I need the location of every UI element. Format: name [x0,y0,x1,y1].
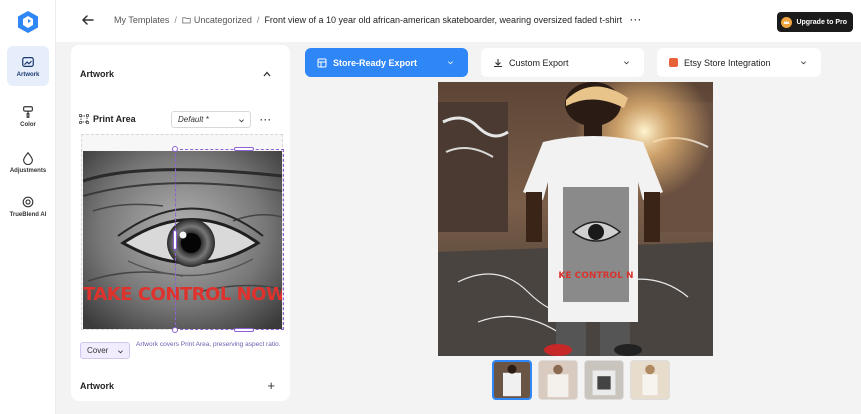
thumbnail-3[interactable] [584,360,624,400]
paint-roller-icon [23,105,33,118]
print-area-label: Print Area [93,114,136,124]
thumbnail-2[interactable] [538,360,578,400]
thumbnail-4[interactable] [630,360,670,400]
crown-icon [781,16,793,28]
store-icon [317,58,327,67]
rail-item-artwork[interactable]: Artwork [7,46,49,86]
resize-handle-top[interactable] [234,147,254,151]
artwork-section-title: Artwork [80,381,115,391]
selection-box[interactable] [172,146,284,333]
breadcrumb-separator: / [256,15,260,25]
custom-export-button[interactable]: Custom Export [481,48,644,77]
breadcrumb-uncategorized[interactable]: Uncategorized [194,15,252,25]
artwork-panel: Artwork Print Area Default * ··· TAKE CO… [71,45,290,401]
breadcrumb: My Templates / Uncategorized / Front vie… [114,15,642,25]
ai-chip-icon [22,196,34,207]
etsy-integration-label: Etsy Store Integration [684,57,771,68]
resize-handle-bl[interactable] [172,327,178,333]
chevron-down-icon [801,61,806,65]
back-arrow-icon[interactable] [80,12,96,28]
drop-icon [23,151,33,165]
rail-item-color[interactable]: Color [7,96,49,136]
chevron-down-icon [624,61,629,65]
app-logo[interactable] [16,10,40,34]
folder-icon [182,17,191,24]
artwork-icon [22,56,34,67]
fit-mode-value: Cover [87,346,109,355]
store-ready-export-label: Store-Ready Export [333,57,418,68]
rail-label: Color [20,121,36,128]
breadcrumb-current: Front view of a 10 year old african-amer… [264,15,623,25]
etsy-integration-button[interactable]: Etsy Store Integration [657,48,821,77]
print-area-canvas[interactable]: TAKE CONTROL NOW [81,134,284,333]
print-area-icon [79,114,89,124]
chevron-down-icon [448,61,453,65]
breadcrumb-separator: / [174,15,177,25]
print-area-more-button[interactable]: ··· [260,115,272,125]
add-artwork-button[interactable]: + [267,378,275,393]
chevron-up-icon[interactable] [262,69,272,79]
print-area-value: Default * [178,115,209,124]
etsy-icon [669,58,678,67]
upgrade-label: Upgrade to Pro [796,18,847,26]
mockup-print-text: KE CONTROL N [558,271,633,281]
rail-label: Artwork [16,71,40,78]
fit-mode-select[interactable]: Cover [80,342,130,359]
mockup-thumbnails [492,360,670,400]
top-bar: My Templates / Uncategorized / Front vie… [56,0,861,42]
chevron-down-icon [118,350,123,354]
chevron-down-icon [239,119,244,123]
resize-handle-tl[interactable] [172,146,178,152]
rail-item-adjustments[interactable]: Adjustments [7,142,49,182]
print-area-select[interactable]: Default * [171,111,251,128]
mockup-preview[interactable]: KE CONTROL N [438,82,713,356]
thumbnail-1[interactable] [492,360,532,400]
print-area-label-row: Print Area [79,114,136,124]
rail-label: TrueBlend AI [9,211,47,218]
left-rail: Artwork Color Adjustments TrueBlend AI [0,0,56,414]
fit-mode-note: Artwork covers Print Area, preserving as… [136,341,281,348]
resize-handle-left[interactable] [173,230,177,250]
skateboarder-mockup-photo: KE CONTROL N [438,82,713,356]
rail-item-trueblend-ai[interactable]: TrueBlend AI [7,186,49,226]
upgrade-button[interactable]: Upgrade to Pro [777,12,853,32]
rail-label: Adjustments [9,167,47,174]
custom-export-label: Custom Export [509,57,569,68]
title-more-button[interactable]: ··· [630,15,642,25]
panel-title: Artwork [80,69,115,79]
resize-handle-bottom[interactable] [234,328,254,332]
store-ready-export-button[interactable]: Store-Ready Export [305,48,468,77]
breadcrumb-my-templates[interactable]: My Templates [114,15,169,25]
download-icon [494,58,502,67]
